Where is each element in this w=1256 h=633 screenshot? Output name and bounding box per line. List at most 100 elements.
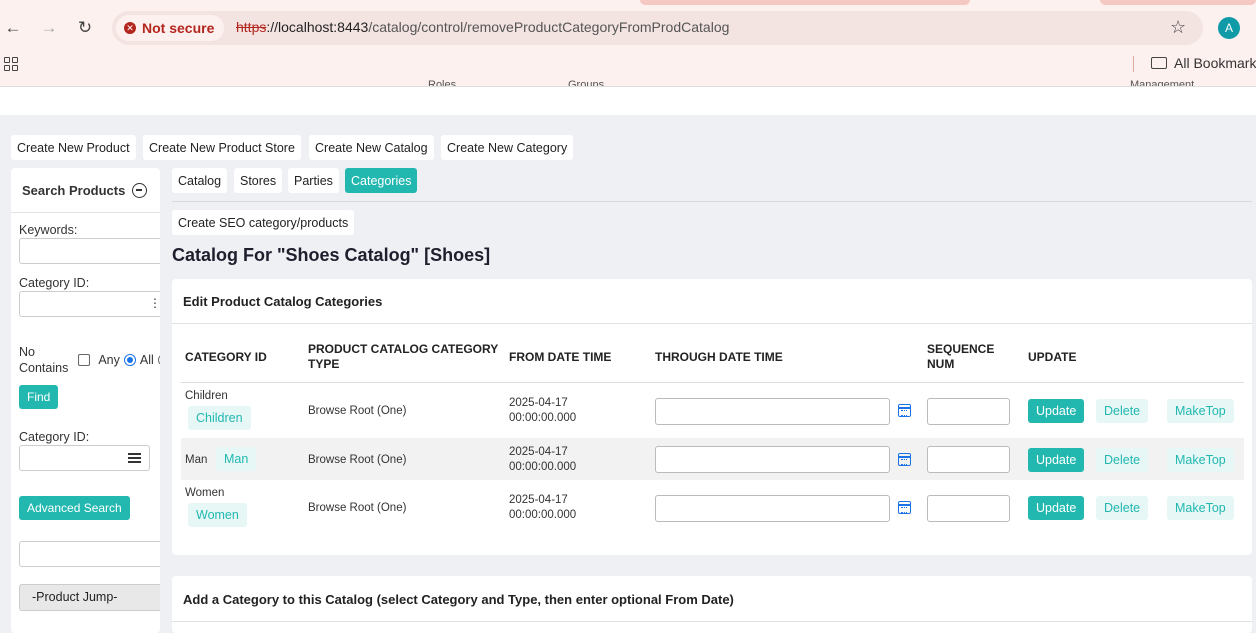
find-button[interactable]: Find — [19, 385, 59, 409]
row-type: Browse Root (One) — [308, 405, 407, 417]
row-category-id: Women — [185, 487, 225, 499]
keywords-label: Keywords: — [19, 223, 78, 237]
category-id-label: Category ID: — [19, 276, 90, 290]
app-header — [0, 86, 1256, 115]
add-card-title: Add a Category to this Catalog (select C… — [183, 592, 734, 607]
sequence-num-input[interactable] — [927, 398, 1010, 425]
keywords-input[interactable] — [19, 238, 160, 264]
row-type: Browse Root (One) — [308, 454, 407, 466]
more-icon[interactable]: ⋮ — [149, 296, 160, 310]
through-date-input[interactable] — [655, 446, 890, 473]
url-text[interactable]: https://localhost:8443/catalog/control/r… — [236, 19, 729, 35]
add-category-card: Add a Category to this Catalog (select C… — [172, 576, 1252, 633]
advanced-search-button[interactable]: Advanced Search — [19, 496, 130, 520]
product-jump-input[interactable] — [19, 541, 160, 567]
maketop-button[interactable]: MakeTop — [1167, 496, 1234, 520]
calendar-icon[interactable] — [898, 404, 911, 417]
delete-button[interactable]: Delete — [1096, 496, 1149, 520]
profile-avatar[interactable]: A — [1218, 17, 1240, 39]
search-products-panel: Search Products Keywords: Category ID: ⋮… — [11, 168, 160, 633]
tab-stores[interactable]: Stores — [234, 168, 283, 193]
update-button[interactable]: Update — [1028, 448, 1085, 472]
no-contains-checkbox[interactable] — [78, 354, 91, 366]
collapse-icon[interactable] — [132, 182, 148, 198]
all-radio[interactable] — [123, 354, 136, 366]
category-id-lookup-input[interactable] — [19, 445, 150, 471]
url-scheme: https — [236, 19, 267, 35]
category-link[interactable]: Children — [188, 406, 251, 430]
reload-icon[interactable]: ↻ — [74, 17, 96, 39]
create-new-product-button[interactable]: Create New Product — [11, 135, 136, 160]
maketop-button[interactable]: MakeTop — [1167, 399, 1234, 423]
tab-categories[interactable]: Categories — [345, 168, 418, 193]
address-bar[interactable]: ✕ Not secure https://localhost:8443/cata… — [112, 11, 1203, 45]
bookmark-divider — [1133, 56, 1134, 72]
header-from-date: FROM DATE TIME — [509, 350, 612, 364]
folder-icon — [1151, 57, 1167, 69]
card-divider — [172, 323, 1252, 324]
create-new-category-button[interactable]: Create New Category — [441, 135, 574, 160]
row-from-time: 00:00:00.000 — [509, 461, 577, 473]
header-sequence-num: SEQUENCE NUM — [927, 342, 995, 371]
through-date-input[interactable] — [655, 495, 890, 522]
row-from-time: 00:00:00.000 — [509, 509, 577, 521]
delete-button[interactable]: Delete — [1096, 448, 1149, 472]
category-id-input[interactable]: ⋮ — [19, 291, 160, 317]
header-through-date: THROUGH DATE TIME — [655, 350, 783, 364]
forward-icon[interactable]: → — [38, 17, 60, 39]
all-bookmarks-label: All Bookmarks — [1174, 55, 1256, 71]
edit-card-title: Edit Product Catalog Categories — [183, 294, 383, 309]
create-new-catalog-button[interactable]: Create New Catalog — [309, 135, 434, 160]
update-button[interactable]: Update — [1028, 496, 1085, 520]
tab-edge — [640, 0, 970, 5]
update-button[interactable]: Update — [1028, 399, 1085, 423]
row-from-date: 2025-04-17 — [509, 397, 568, 409]
menu-item-roles[interactable]: Roles — [428, 77, 456, 86]
back-icon[interactable]: ← — [2, 17, 24, 39]
warning-icon: ✕ — [124, 22, 136, 34]
header-type: PRODUCT CATALOG CATEGORY TYPE — [308, 342, 498, 371]
create-new-product-store-button[interactable]: Create New Product Store — [143, 135, 301, 160]
category-link[interactable]: Man — [216, 447, 257, 471]
header-update: UPDATE — [1028, 350, 1077, 364]
through-date-input[interactable] — [655, 398, 890, 425]
menu-item-management[interactable]: Management — [1130, 77, 1194, 86]
sequence-num-input[interactable] — [927, 495, 1010, 522]
category-id-label-2: Category ID: — [19, 430, 90, 444]
page-title: Catalog For "Shoes Catalog" [Shoes] — [172, 245, 491, 265]
apps-grid-icon[interactable] — [4, 57, 18, 71]
product-jump-select[interactable]: -Product Jump- — [19, 584, 160, 611]
create-seo-button[interactable]: Create SEO category/products — [172, 210, 355, 235]
row-type: Browse Root (One) — [308, 502, 407, 514]
search-products-header[interactable]: Search Products — [11, 168, 160, 213]
maketop-button[interactable]: MakeTop — [1167, 448, 1234, 472]
contains-options: No Contains Any All — [19, 344, 160, 376]
header-category-id: CATEGORY ID — [185, 350, 267, 364]
calendar-icon[interactable] — [898, 501, 911, 514]
tabs-divider — [172, 201, 1252, 202]
search-products-title: Search Products — [22, 182, 126, 198]
menu-item-groups[interactable]: Groups — [568, 77, 604, 86]
security-chip[interactable]: ✕ Not secure — [116, 15, 225, 41]
row-from-time: 00:00:00.000 — [509, 412, 577, 424]
list-icon[interactable] — [128, 453, 141, 463]
category-link[interactable]: Women — [188, 503, 247, 527]
security-label: Not secure — [142, 20, 215, 36]
url-path: /catalog/control/removeProductCategoryFr… — [368, 19, 730, 35]
delete-button[interactable]: Delete — [1096, 399, 1149, 423]
row-category-id: Man — [185, 454, 208, 466]
sequence-num-input[interactable] — [927, 446, 1010, 473]
bookmark-star-icon[interactable]: ☆ — [1170, 17, 1186, 38]
all-bookmarks[interactable]: All Bookmarks — [1151, 55, 1256, 71]
calendar-icon[interactable] — [898, 453, 911, 466]
row-from-date: 2025-04-17 — [509, 494, 568, 506]
url-host: ://localhost:8443 — [266, 19, 369, 35]
browser-chrome: ← → ↻ ✕ Not secure https://localhost:844… — [0, 0, 1256, 86]
card-divider — [172, 621, 1252, 622]
any-label: Any — [98, 353, 120, 367]
any-radio[interactable] — [157, 354, 160, 366]
no-contains-label: No Contains — [19, 345, 69, 375]
tab-parties[interactable]: Parties — [288, 168, 339, 193]
tab-edge — [1100, 0, 1256, 5]
tab-catalog[interactable]: Catalog — [172, 168, 228, 193]
